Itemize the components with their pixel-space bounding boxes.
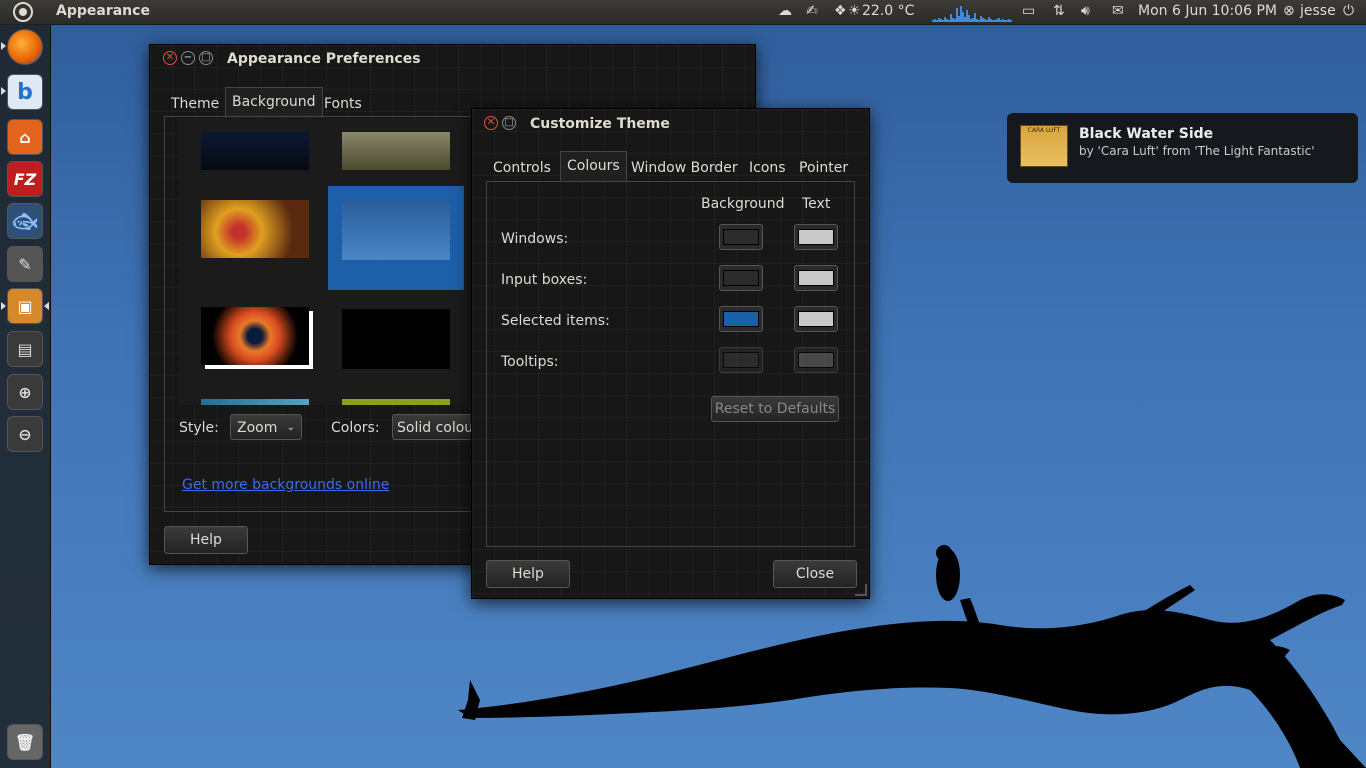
pidgin-icon[interactable]: 🐟︎ xyxy=(7,203,43,239)
help-button[interactable]: Help xyxy=(164,526,248,554)
chevron-down-icon: ⌄ xyxy=(286,422,295,433)
style-value: Zoom xyxy=(237,420,278,436)
dropbox-icon[interactable]: ❖ xyxy=(834,3,847,19)
network-graph-bar xyxy=(1010,20,1012,22)
windows-text-colour-button[interactable] xyxy=(794,224,838,250)
tab-theme[interactable]: Theme xyxy=(165,90,225,118)
wallpaper-thumbnail[interactable] xyxy=(201,307,309,365)
style-label: Style: xyxy=(179,420,219,436)
maximize-window-icon[interactable]: □ xyxy=(199,51,213,65)
tooltips-background-colour-button[interactable] xyxy=(719,347,763,373)
text-column-header: Text xyxy=(802,196,831,212)
weather-sun-icon[interactable]: ☀ xyxy=(848,3,861,19)
launcher: b ⌂ FZ 🐟︎ ✎ ▣ ▤ ⊕ ⊖ 🗑︎ xyxy=(0,24,51,768)
wallpaper-thumbnail-selected[interactable] xyxy=(342,200,450,260)
tooltips-label: Tooltips: xyxy=(501,354,559,370)
ubuntu-software-center-icon[interactable]: ▣ xyxy=(7,288,43,324)
top-panel: Appearance ☁ ✍ ❖ ☀ 22.0 °C ▭ ⇅ 🔊︎ ✉ Mon … xyxy=(0,0,1366,25)
selected-items-background-colour-button[interactable] xyxy=(719,306,763,332)
selected-wallpaper-highlight[interactable] xyxy=(328,186,464,290)
bibletime-icon[interactable]: b xyxy=(7,74,43,110)
window-title: Customize Theme xyxy=(530,116,670,132)
zoom-out-icon[interactable]: ⊖ xyxy=(7,416,43,452)
gimp-icon[interactable]: ✎ xyxy=(7,246,43,282)
network-graph-icon[interactable] xyxy=(932,4,1014,22)
notification-body: by 'Cara Luft' from 'The Light Fantastic… xyxy=(1079,144,1315,158)
background-tab-panel: Style: Zoom ⌄ Colors: Solid colour Get m… xyxy=(164,116,512,512)
tab-fonts[interactable]: Fonts xyxy=(318,90,368,118)
user-status-icon[interactable]: ⊗ xyxy=(1283,3,1295,19)
wallpaper-thumbnail[interactable] xyxy=(201,200,309,258)
power-icon[interactable]: ⏻ xyxy=(1343,3,1354,19)
running-indicator xyxy=(1,42,6,50)
ubuntu-logo-icon[interactable] xyxy=(13,2,33,22)
text-editor-icon[interactable]: ✍ xyxy=(806,3,818,19)
network-updown-icon[interactable]: ⇅ xyxy=(1053,3,1065,19)
filezilla-icon[interactable]: FZ xyxy=(7,161,43,197)
temperature-readout[interactable]: 22.0 °C xyxy=(862,3,914,19)
windows-label: Windows: xyxy=(501,231,569,247)
input-boxes-background-colour-button[interactable] xyxy=(719,265,763,291)
maximize-window-icon[interactable]: □ xyxy=(502,116,516,130)
wallpaper-thumbnail[interactable] xyxy=(201,132,309,170)
help-button[interactable]: Help xyxy=(486,560,570,588)
tab-controls[interactable]: Controls xyxy=(487,154,557,182)
wallpaper-thumbnail[interactable] xyxy=(342,309,450,369)
close-window-icon[interactable]: ✕ xyxy=(484,116,498,130)
battery-icon[interactable]: ▭ xyxy=(1022,3,1035,19)
tooltips-text-colour-button[interactable] xyxy=(794,347,838,373)
tab-background[interactable]: Background xyxy=(225,87,323,118)
home-folder-icon[interactable]: ⌂ xyxy=(7,119,43,155)
background-column-header: Background xyxy=(701,196,785,212)
firefox-icon[interactable] xyxy=(7,29,43,65)
clock[interactable]: Mon 6 Jun 10:06 PM xyxy=(1138,3,1277,19)
wallpaper-thumbnail[interactable] xyxy=(342,132,450,170)
wallpaper-thumbnail[interactable] xyxy=(342,399,450,405)
background-thumbnails-grid xyxy=(179,119,473,405)
selected-items-label: Selected items: xyxy=(501,313,610,329)
selected-items-text-colour-button[interactable] xyxy=(794,306,838,332)
close-button[interactable]: Close xyxy=(773,560,857,588)
mail-icon[interactable]: ✉ xyxy=(1112,3,1124,19)
volume-icon[interactable]: 🔊︎ xyxy=(1081,3,1090,19)
colors-value: Solid colour xyxy=(397,420,479,436)
customize-theme-window: ✕ □ Customize Theme Controls Colours Win… xyxy=(471,108,870,599)
tab-pointer[interactable]: Pointer xyxy=(793,154,854,182)
input-boxes-text-colour-button[interactable] xyxy=(794,265,838,291)
workspace-switcher-icon[interactable]: ▤ xyxy=(7,331,43,367)
resize-grip-icon[interactable] xyxy=(855,584,867,596)
weather-cloud-icon[interactable]: ☁ xyxy=(778,3,792,19)
album-art-image: CARA LUFT xyxy=(1020,125,1068,167)
active-indicator xyxy=(44,302,49,310)
close-window-icon[interactable]: ✕ xyxy=(163,51,177,65)
windows-background-colour-button[interactable] xyxy=(719,224,763,250)
wallpaper-thumbnail[interactable] xyxy=(201,399,309,405)
user-name[interactable]: jesse xyxy=(1300,3,1336,19)
tab-colours[interactable]: Colours xyxy=(560,151,627,182)
tab-window-border[interactable]: Window Border xyxy=(625,154,744,182)
style-dropdown[interactable]: Zoom ⌄ xyxy=(230,414,302,440)
customize-titlebar[interactable]: ✕ □ Customize Theme xyxy=(472,109,869,139)
window-title: Appearance Preferences xyxy=(227,51,421,67)
notification-title: Black Water Side xyxy=(1079,126,1214,142)
tab-icons[interactable]: Icons xyxy=(743,154,792,182)
get-more-backgrounds-link[interactable]: Get more backgrounds online xyxy=(182,477,389,493)
reset-to-defaults-button[interactable]: Reset to Defaults xyxy=(711,396,839,422)
appearance-titlebar[interactable]: ✕ − □ Appearance Preferences xyxy=(150,45,755,75)
running-indicator xyxy=(1,87,6,95)
running-indicator xyxy=(1,302,6,310)
minimize-window-icon[interactable]: − xyxy=(181,51,195,65)
trash-icon[interactable]: 🗑︎ xyxy=(7,724,43,760)
zoom-in-icon[interactable]: ⊕ xyxy=(7,374,43,410)
app-menu-title[interactable]: Appearance xyxy=(56,3,150,19)
colors-label: Colors: xyxy=(331,420,380,436)
music-notification: CARA LUFT Black Water Side by 'Cara Luft… xyxy=(1007,113,1358,183)
colours-tab-panel: Background Text Windows: Input boxes: Se… xyxy=(486,181,855,547)
album-art-text: CARA LUFT xyxy=(1027,127,1061,134)
input-boxes-label: Input boxes: xyxy=(501,272,588,288)
